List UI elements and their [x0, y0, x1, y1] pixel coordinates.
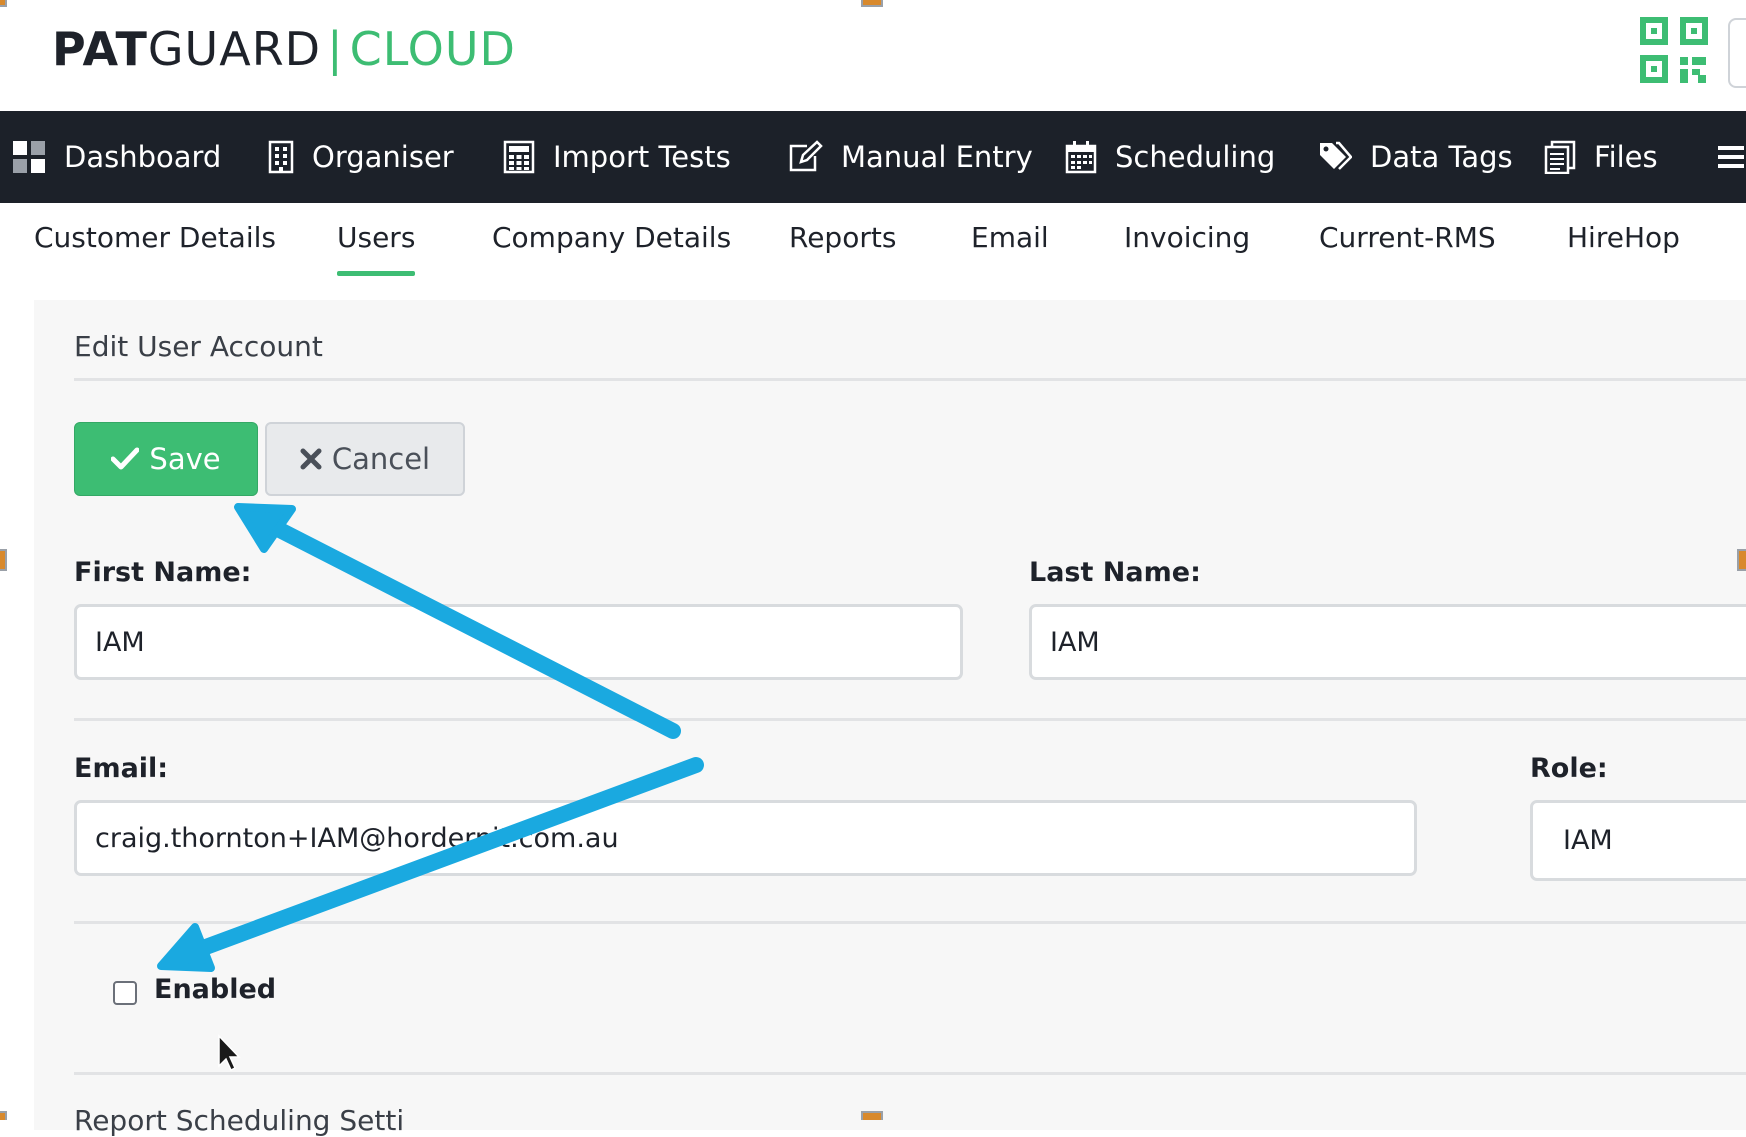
section-heading-report-scheduling: Report Scheduling Setti: [74, 1104, 405, 1137]
tab-email[interactable]: Email: [971, 221, 1049, 254]
role-select[interactable]: IAM: [1530, 800, 1746, 881]
nav-item-files[interactable]: Files: [1544, 111, 1658, 203]
edit-icon: [789, 140, 823, 172]
nav-label: Dashboard: [64, 140, 222, 174]
qr-code-icon[interactable]: [1640, 17, 1708, 83]
last-name-label: Last Name:: [1029, 557, 1201, 588]
first-name-label: First Name:: [74, 557, 252, 588]
first-name-value: IAM: [95, 626, 145, 658]
check-icon: [111, 447, 140, 470]
divider: [74, 378, 1746, 381]
panel-title: Edit User Account: [74, 330, 323, 363]
user-menu-button[interactable]: [1728, 18, 1746, 88]
last-name-input[interactable]: IAM: [1029, 604, 1746, 680]
dashboard-icon: [13, 141, 45, 173]
tab-company-details[interactable]: Company Details: [492, 221, 731, 254]
nav-label: Files: [1594, 140, 1658, 174]
tab-reports[interactable]: Reports: [789, 221, 896, 254]
tab-hirehop[interactable]: HireHop: [1567, 221, 1680, 254]
tab-customer-details[interactable]: Customer Details: [34, 221, 276, 254]
divider: [74, 921, 1746, 924]
calculator-icon: [503, 140, 535, 174]
save-button-label: Save: [149, 442, 221, 476]
tab-current-rms[interactable]: Current-RMS: [1319, 221, 1496, 254]
nav-item-scheduling[interactable]: Scheduling: [1065, 111, 1275, 203]
nav-item-dashboard[interactable]: Dashboard: [12, 111, 221, 203]
nav-item-data-tags[interactable]: Data Tags: [1318, 111, 1513, 203]
files-icon: [1544, 140, 1576, 174]
tab-invoicing[interactable]: Invoicing: [1124, 221, 1250, 254]
building-icon: [268, 140, 294, 174]
first-name-input[interactable]: IAM: [74, 604, 963, 680]
cancel-button[interactable]: Cancel: [265, 422, 465, 496]
brand-part-pat: PAT: [52, 22, 148, 76]
brand-separator: |: [327, 22, 344, 76]
email-label: Email:: [74, 753, 169, 784]
calendar-icon: [1065, 141, 1097, 174]
nav-label: Import Tests: [553, 140, 731, 174]
last-name-value: IAM: [1050, 626, 1100, 658]
close-icon: [300, 448, 322, 470]
divider: [74, 718, 1746, 721]
role-label: Role:: [1530, 753, 1608, 784]
enabled-checkbox[interactable]: [113, 981, 137, 1005]
cancel-button-label: Cancel: [331, 442, 431, 476]
main-nav: Dashboard Organiser Import Tests Manual …: [0, 111, 1746, 203]
email-input[interactable]: craig.thornton+IAM@hordernit.com.au: [74, 800, 1417, 876]
list-icon: [1718, 146, 1744, 168]
email-value: craig.thornton+IAM@hordernit.com.au: [95, 822, 619, 854]
nav-label: Scheduling: [1115, 140, 1276, 174]
divider: [74, 1072, 1746, 1075]
tab-users[interactable]: Users: [337, 221, 416, 276]
brand-part-cloud: CLOUD: [349, 22, 516, 76]
sub-tabs: Customer Details Users Company Details R…: [0, 203, 1746, 299]
nav-label: Organiser: [312, 140, 454, 174]
brand-part-guard: GUARD: [147, 22, 322, 76]
brand-logo[interactable]: PATGUARD | CLOUD: [52, 22, 516, 76]
role-value: IAM: [1563, 825, 1613, 856]
save-button[interactable]: Save: [74, 422, 258, 496]
nav-item-more[interactable]: [1716, 111, 1746, 203]
nav-item-import-tests[interactable]: Import Tests: [503, 111, 731, 203]
tags-icon: [1320, 141, 1352, 170]
nav-label: Manual Entry: [841, 140, 1033, 174]
nav-item-manual-entry[interactable]: Manual Entry: [787, 111, 1033, 203]
nav-label: Data Tags: [1370, 140, 1513, 174]
enabled-label[interactable]: Enabled: [154, 974, 276, 1005]
nav-item-organiser[interactable]: Organiser: [268, 111, 454, 203]
